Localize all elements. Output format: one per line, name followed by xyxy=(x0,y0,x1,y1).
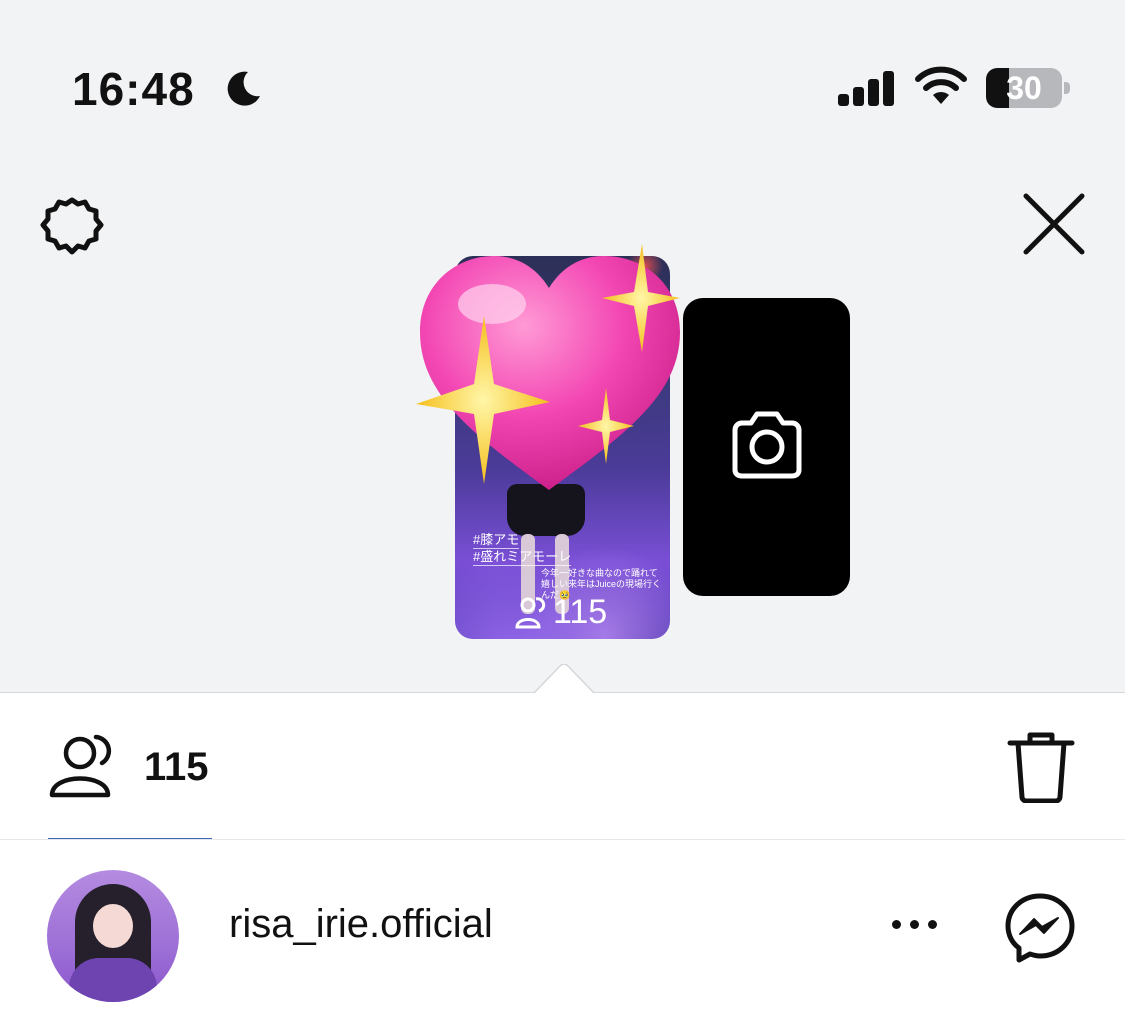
battery-tip xyxy=(1064,82,1070,94)
battery-indicator: 30 xyxy=(986,68,1062,108)
viewers-sheet: 115 risa_irie.official xyxy=(0,692,1125,1029)
cellular-signal-icon xyxy=(838,71,894,106)
story-viewer-count: 115 xyxy=(553,592,608,631)
battery-level: 30 xyxy=(1006,70,1042,106)
avatar-face xyxy=(93,904,133,948)
viewer-list-item[interactable]: risa_irie.official xyxy=(0,840,1125,1029)
viewer-username[interactable]: risa_irie.official xyxy=(229,902,493,947)
gear-icon[interactable] xyxy=(36,190,108,262)
wifi-icon xyxy=(915,66,967,104)
status-time: 16:48 xyxy=(72,63,195,115)
viewers-count: 115 xyxy=(144,745,209,789)
avatar[interactable] xyxy=(47,870,179,1002)
story-hashtags: #膝アモ #盛れミアモーレ xyxy=(473,532,572,566)
moon-icon xyxy=(227,71,260,106)
story-viewer-badge: 115 xyxy=(515,592,607,632)
close-icon[interactable] xyxy=(1018,188,1090,260)
viewers-header: 115 xyxy=(0,693,1125,840)
add-story-camera-card[interactable] xyxy=(683,298,850,596)
messenger-icon[interactable] xyxy=(1004,892,1076,964)
trash-icon[interactable] xyxy=(1006,731,1076,803)
viewers-icon[interactable] xyxy=(48,733,124,799)
avatar-outfit xyxy=(69,958,157,1002)
more-options-icon[interactable] xyxy=(892,916,952,940)
status-bar: 16:48 30 xyxy=(0,0,1125,150)
sparkling-heart-icon xyxy=(416,244,680,490)
viewers-icon xyxy=(515,597,546,629)
camera-icon xyxy=(732,411,802,479)
story-hashtag: #膝アモ xyxy=(473,532,520,549)
story-hashtag: #盛れミアモーレ xyxy=(473,549,572,566)
